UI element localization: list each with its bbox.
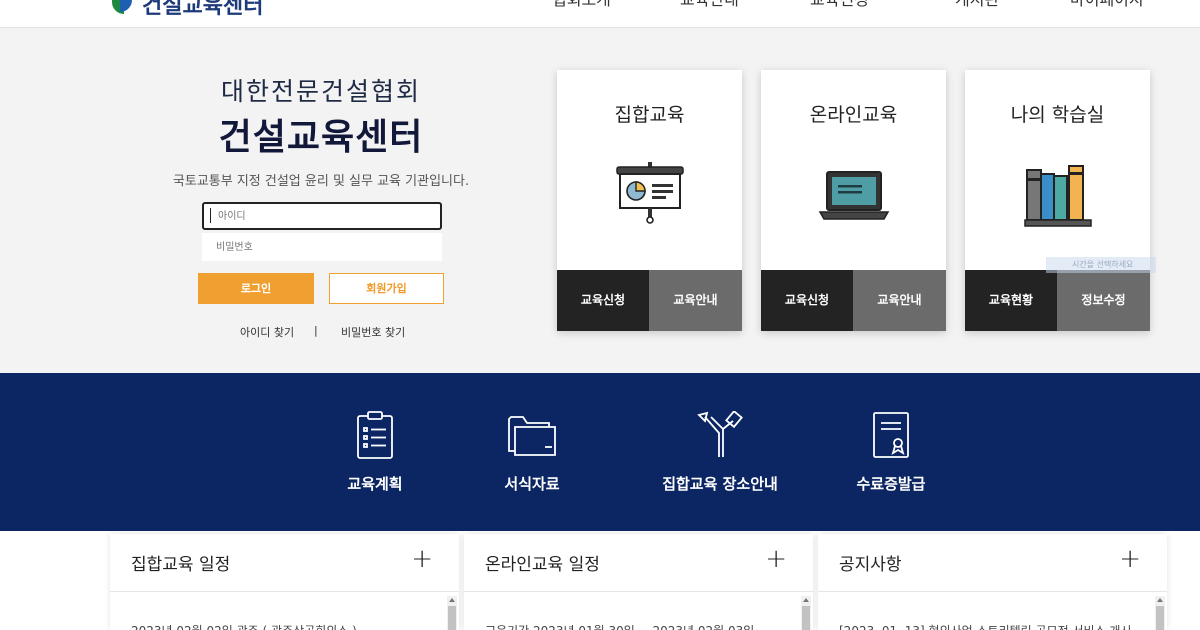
- nav-item-education-info[interactable]: 교육안내: [680, 0, 739, 10]
- panel-title: 공지사항: [839, 555, 902, 575]
- group-apply-button[interactable]: 교육신청: [557, 270, 649, 331]
- online-apply-button[interactable]: 교육신청: [761, 270, 853, 331]
- id-input[interactable]: [202, 202, 442, 230]
- logo-mark-icon: [112, 0, 134, 16]
- plus-icon[interactable]: +: [1119, 546, 1141, 572]
- quick-link-label: 수료증발급: [856, 475, 926, 493]
- login-button[interactable]: 로그인: [198, 273, 314, 304]
- study-status-button[interactable]: 교육현황: [965, 270, 1057, 331]
- card-group-education: 집합교육 교육신청 교육안내: [557, 70, 742, 331]
- page-title: 건설교육센터: [218, 117, 424, 158]
- panel-header: 공지사항 +: [818, 534, 1167, 592]
- road-sign-icon: [695, 409, 745, 463]
- books-icon: [1023, 162, 1093, 232]
- panel-title: 집합교육 일정: [131, 555, 231, 575]
- find-id-link[interactable]: 아이디 찾기: [240, 324, 294, 340]
- ghost-tooltip: 시간을 선택하세요: [1046, 257, 1156, 273]
- scrollbar[interactable]: [1155, 596, 1165, 630]
- list-item[interactable]: 교육기간 2023년 01월 30일 ~ 2023년 02월 03일: [485, 622, 754, 630]
- certificate-icon: [871, 411, 911, 463]
- panel-group-schedule: 집합교육 일정 + 2023년 02월 02일 광주 ( 광주상공회의소 ): [110, 534, 459, 630]
- list-item[interactable]: 2023년 02월 02일 광주 ( 광주상공회의소 ): [131, 622, 357, 630]
- quick-links-band: 교육계획 서식자료 집합교육 장소안내 수료증발급: [0, 373, 1200, 531]
- plus-icon[interactable]: +: [765, 546, 787, 572]
- panel-online-schedule: 온라인교육 일정 + 교육기간 2023년 01월 30일 ~ 2023년 02…: [464, 534, 813, 630]
- laptop-icon: [818, 170, 890, 226]
- scrollbar[interactable]: [801, 596, 811, 630]
- plus-icon[interactable]: +: [411, 546, 433, 572]
- text-caret: [210, 208, 211, 223]
- quick-link-label: 서식자료: [504, 475, 560, 493]
- nav-item-board[interactable]: 게시판: [955, 0, 999, 10]
- presentation-board-icon: [615, 162, 685, 228]
- join-button[interactable]: 회원가입: [329, 273, 444, 304]
- group-info-button[interactable]: 교육안내: [649, 270, 742, 331]
- org-name: 대한전문건설협회: [220, 77, 421, 106]
- clipboard-list-icon: [355, 411, 395, 465]
- nav-item-mypage[interactable]: 마이페이지: [1070, 0, 1144, 10]
- link-separator: |: [314, 324, 318, 337]
- hero-description: 국토교통부 지정 건설업 윤리 및 실무 교육 기관입니다.: [172, 174, 470, 189]
- scrollbar[interactable]: [447, 596, 457, 630]
- online-info-button[interactable]: 교육안내: [853, 270, 946, 331]
- card-title: 집합교육: [614, 104, 685, 126]
- password-input[interactable]: [202, 233, 442, 261]
- list-item[interactable]: [2023. 01. 13] 협의사업 스토리텔링 공모전 서비스 개시: [839, 622, 1131, 630]
- panel-title: 온라인교육 일정: [485, 555, 600, 575]
- site-logo[interactable]: 건설교육센터: [112, 0, 263, 20]
- logo-text: 건설교육센터: [142, 0, 264, 19]
- panel-notices: 공지사항 + [2023. 01. 13] 협의사업 스토리텔링 공모전 서비스…: [818, 534, 1167, 630]
- card-online-education: 온라인교육 교육신청 교육안내: [761, 70, 946, 331]
- site-header: 건설교육센터 협회소개 교육안내 교육신청 게시판 마이페이지: [0, 0, 1200, 28]
- find-password-link[interactable]: 비밀번호 찾기: [341, 324, 405, 340]
- card-title: 나의 학습실: [1010, 104, 1105, 126]
- card-title: 온라인교육: [809, 104, 898, 126]
- nav-item-apply[interactable]: 교육신청: [810, 0, 869, 10]
- panel-header: 집합교육 일정 +: [110, 534, 459, 592]
- nav-item-about[interactable]: 협회소개: [552, 0, 611, 10]
- folder-icon: [507, 411, 557, 461]
- edit-info-button[interactable]: 정보수정: [1057, 270, 1150, 331]
- quick-link-label: 집합교육 장소안내: [662, 475, 778, 493]
- panel-header: 온라인교육 일정 +: [464, 534, 813, 592]
- card-my-study-room: 나의 학습실 교육현황 정보수정: [965, 70, 1150, 331]
